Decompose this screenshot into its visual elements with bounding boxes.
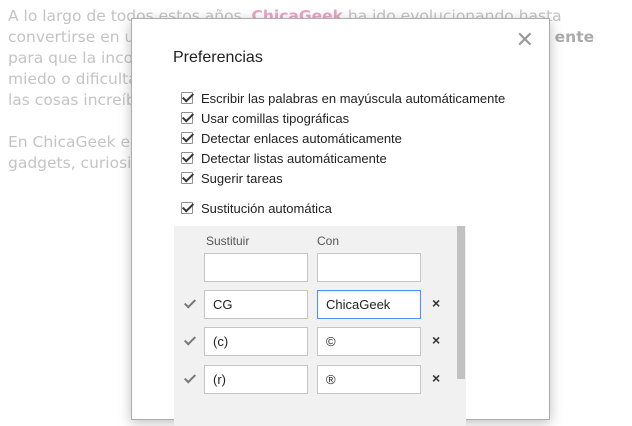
replace-input[interactable]: CG bbox=[204, 290, 308, 319]
option-label: Detectar listas automáticamente bbox=[201, 150, 387, 166]
with-input[interactable]: ® bbox=[317, 365, 421, 394]
delete-row-icon[interactable]: × bbox=[432, 332, 440, 348]
delete-row-icon[interactable]: × bbox=[432, 295, 440, 311]
scrollbar-thumb[interactable] bbox=[457, 226, 465, 379]
column-header-replace: Sustituir bbox=[206, 234, 250, 248]
option-label: Sugerir tareas bbox=[201, 170, 283, 186]
replace-input[interactable]: (c) bbox=[204, 327, 308, 356]
delete-row-icon[interactable]: × bbox=[432, 370, 440, 386]
row-checkbox[interactable] bbox=[184, 373, 196, 385]
checkbox-suggest-tasks[interactable] bbox=[181, 172, 193, 184]
new-replace-input[interactable] bbox=[204, 253, 308, 282]
option-label: Detectar enlaces automáticamente bbox=[201, 130, 402, 146]
option-detect-links[interactable]: Detectar enlaces automáticamente bbox=[181, 129, 402, 147]
row-checkbox[interactable] bbox=[184, 335, 196, 347]
checkbox-capitalize[interactable] bbox=[181, 92, 193, 104]
column-header-with: Con bbox=[317, 234, 340, 248]
option-label: Usar comillas tipográficas bbox=[201, 110, 350, 126]
option-label: Sustitución automática bbox=[201, 200, 332, 216]
replace-input[interactable]: (r) bbox=[204, 365, 308, 394]
option-suggest-tasks[interactable]: Sugerir tareas bbox=[181, 169, 283, 187]
checkbox-detect-links[interactable] bbox=[181, 132, 193, 144]
checkbox-smart-quotes[interactable] bbox=[181, 112, 193, 124]
preferences-dialog: ✕ Preferencias Escribir las palabras en … bbox=[131, 18, 550, 426]
option-label: Escribir las palabras en mayúscula autom… bbox=[201, 90, 506, 106]
dialog-title: Preferencias bbox=[173, 49, 263, 66]
checkbox-detect-lists[interactable] bbox=[181, 152, 193, 164]
with-input[interactable]: © bbox=[317, 327, 421, 356]
option-smart-quotes[interactable]: Usar comillas tipográficas bbox=[181, 109, 349, 127]
row-checkbox[interactable] bbox=[184, 298, 196, 310]
option-auto-substitution[interactable]: Sustitución automática bbox=[181, 199, 332, 217]
close-icon[interactable]: ✕ bbox=[516, 29, 534, 51]
option-capitalize[interactable]: Escribir las palabras en mayúscula autom… bbox=[181, 89, 505, 107]
with-input[interactable]: ChicaGeek bbox=[317, 290, 421, 319]
new-with-input[interactable] bbox=[317, 253, 421, 282]
checkbox-auto-substitution[interactable] bbox=[181, 202, 193, 214]
option-detect-lists[interactable]: Detectar listas automáticamente bbox=[181, 149, 387, 167]
